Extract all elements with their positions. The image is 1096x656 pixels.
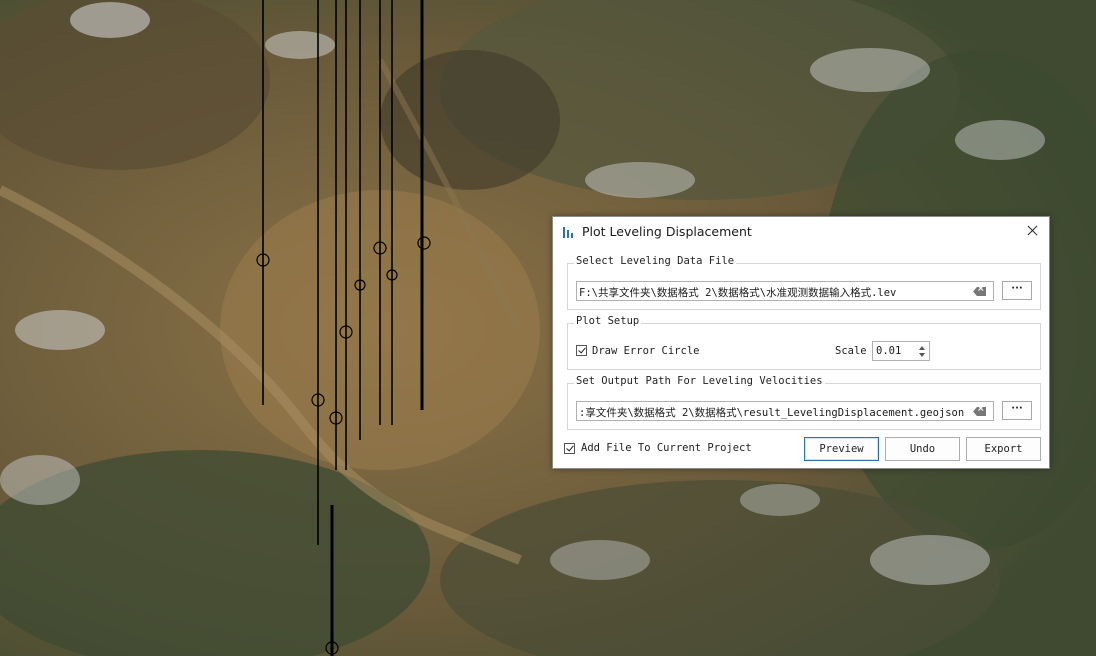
undo-button[interactable]: Undo <box>885 437 960 461</box>
data-file-path-input[interactable]: F:\共享文件夹\数据格式 2\数据格式\水准观测数据输入格式.lev <box>576 281 994 301</box>
browse-output-button[interactable]: ··· <box>1002 401 1032 420</box>
group-label-plot-setup: Plot Setup <box>574 315 642 327</box>
output-path-text: :享文件夹\数据格式 2\数据格式\result_LevelingDisplac… <box>579 407 965 419</box>
dialog-title: Plot Leveling Displacement <box>582 224 752 239</box>
data-file-path-text: F:\共享文件夹\数据格式 2\数据格式\水准观测数据输入格式.lev <box>579 287 897 299</box>
spin-down-icon[interactable] <box>919 353 925 357</box>
dialog-titlebar[interactable]: Plot Leveling Displacement <box>553 217 1049 247</box>
close-button[interactable] <box>1023 221 1043 241</box>
scale-label: Scale <box>835 345 867 357</box>
plot-leveling-dialog: Plot Leveling Displacement Select Leveli… <box>552 216 1050 469</box>
output-path-group: Set Output Path For Leveling Velocities … <box>567 375 1041 430</box>
output-path-input[interactable]: :享文件夹\数据格式 2\数据格式\result_LevelingDisplac… <box>576 401 994 421</box>
add-to-project-label: Add File To Current Project <box>581 442 752 454</box>
group-label-output-path: Set Output Path For Leveling Velocities <box>574 375 825 387</box>
bar-chart-icon <box>563 226 575 238</box>
spin-up-icon[interactable] <box>919 346 925 350</box>
draw-error-circle-label: Draw Error Circle <box>592 345 700 357</box>
plot-setup-group: Plot Setup Draw Error Circle Scale 0.01 <box>567 315 1041 370</box>
clear-icon[interactable] <box>973 287 986 296</box>
scale-value: 0.01 <box>876 345 902 357</box>
export-button[interactable]: Export <box>966 437 1041 461</box>
add-to-project-checkbox[interactable] <box>564 443 575 454</box>
group-label-data-file: Select Leveling Data File <box>574 255 737 267</box>
browse-data-file-button[interactable]: ··· <box>1002 281 1032 300</box>
clear-icon[interactable] <box>973 407 986 416</box>
scale-spinbox[interactable]: 0.01 <box>872 341 930 361</box>
draw-error-circle-checkbox[interactable] <box>576 345 587 356</box>
preview-button[interactable]: Preview <box>804 437 879 461</box>
select-data-file-group: Select Leveling Data File F:\共享文件夹\数据格式 … <box>567 255 1041 310</box>
